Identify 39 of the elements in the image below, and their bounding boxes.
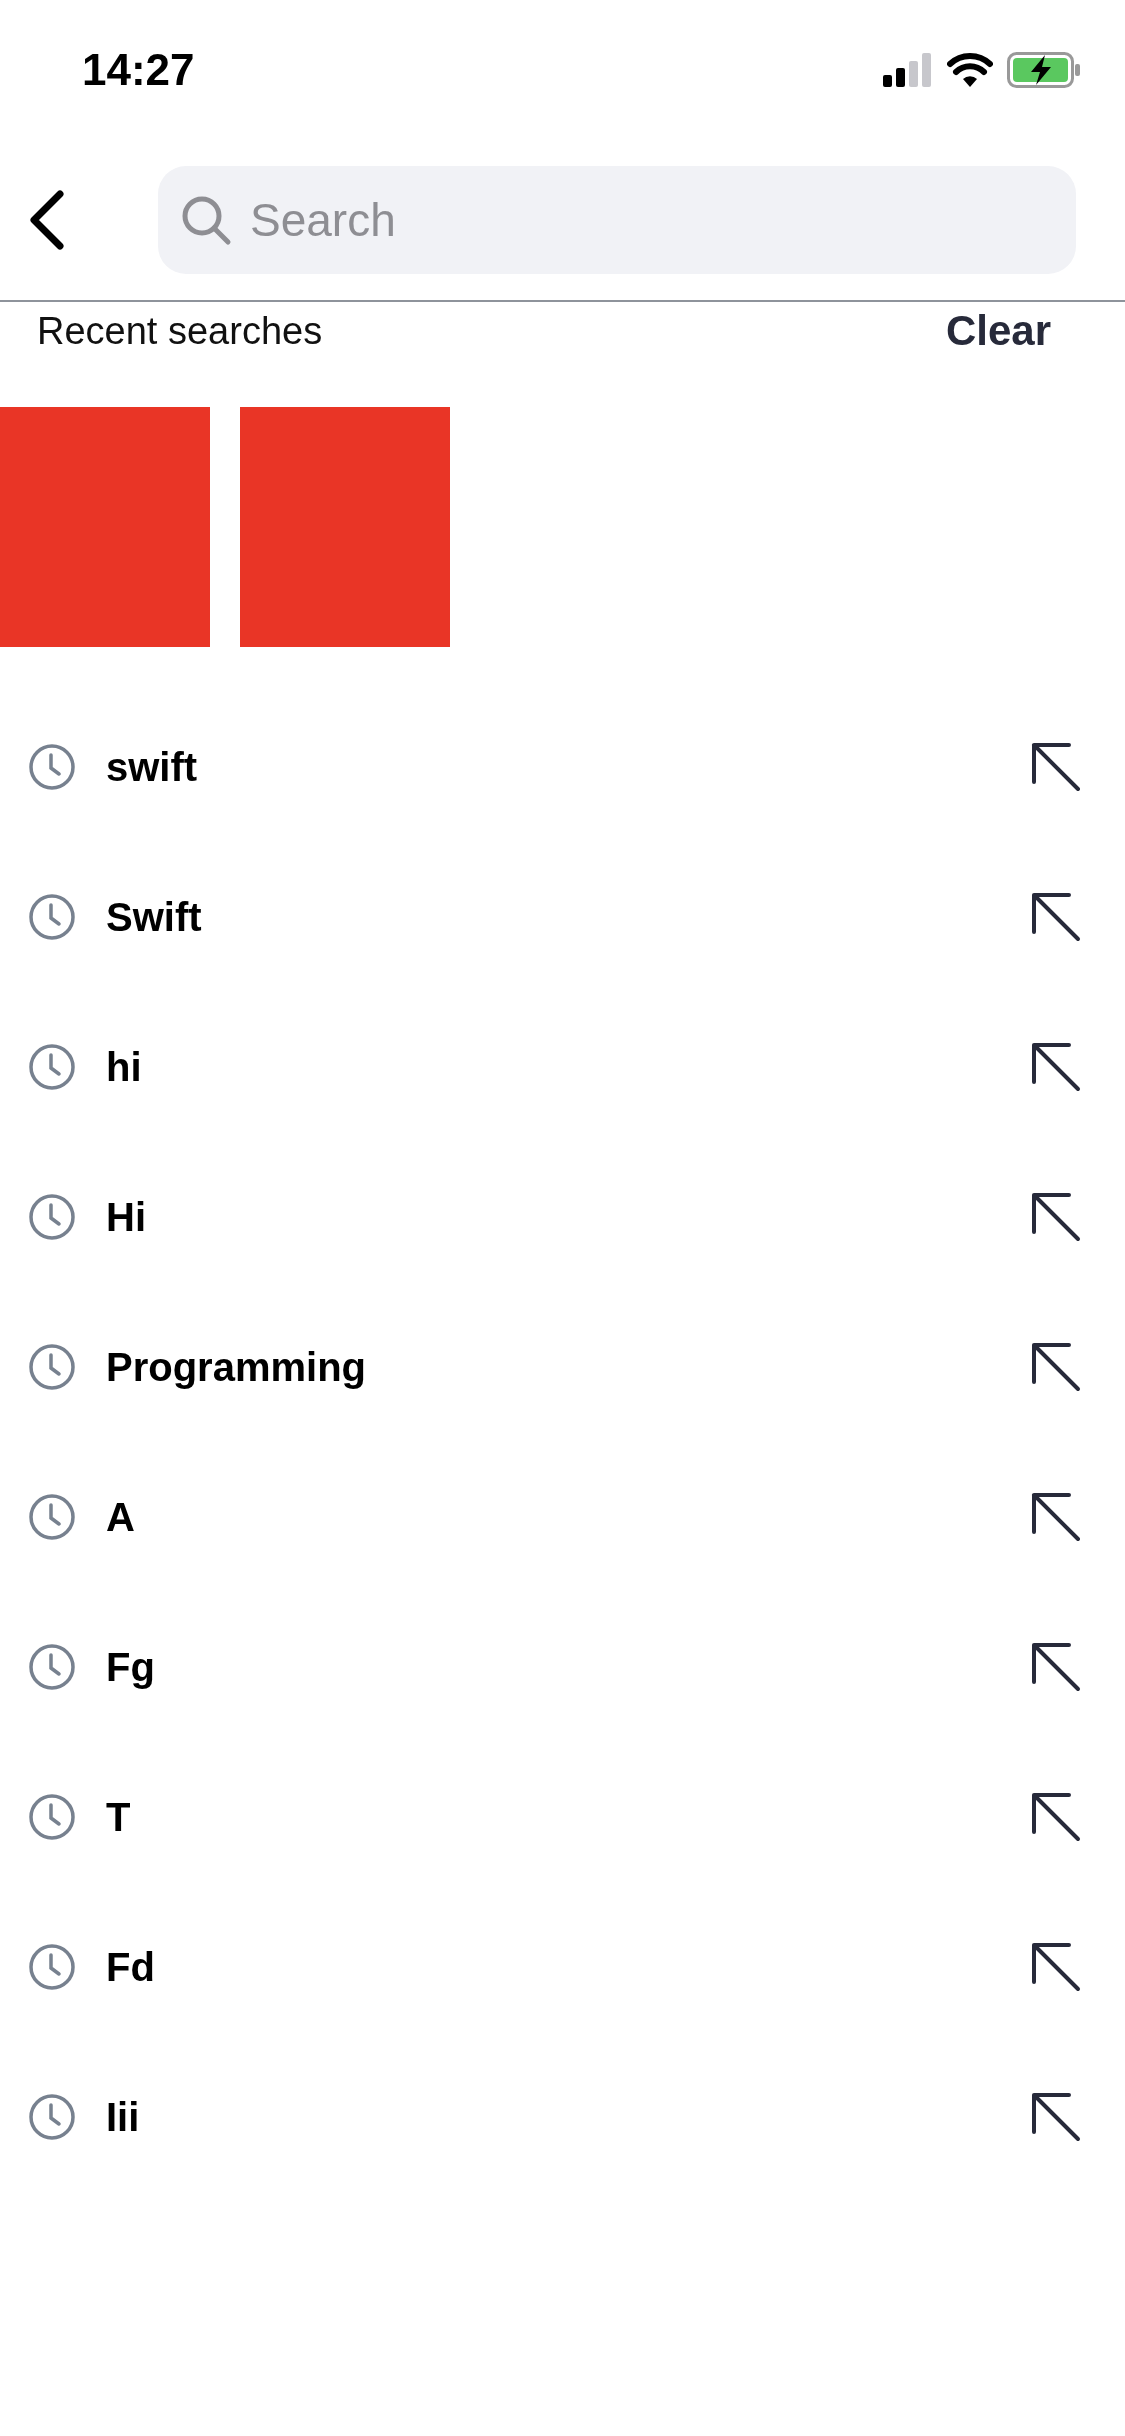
arrow-icon[interactable] [1031, 1042, 1081, 1092]
arrow-icon[interactable] [1031, 1942, 1081, 1992]
clock-icon [28, 1943, 76, 1991]
clock-icon [28, 743, 76, 791]
recent-search-item[interactable]: Fg [0, 1592, 1125, 1742]
recent-search-item[interactable]: T [0, 1742, 1125, 1892]
recent-search-item[interactable]: swift [0, 692, 1125, 842]
wifi-icon [947, 53, 993, 87]
placeholder-tile[interactable] [240, 407, 450, 647]
clock-icon [28, 1493, 76, 1541]
section-title: Recent searches [37, 309, 323, 353]
clock-icon [28, 2093, 76, 2141]
clock-icon [28, 893, 76, 941]
recent-search-item[interactable]: Iii [0, 2042, 1125, 2192]
clock-icon [28, 1043, 76, 1091]
placeholder-tile[interactable] [0, 407, 210, 647]
arrow-icon[interactable] [1031, 1192, 1081, 1242]
clock-icon [28, 1193, 76, 1241]
arrow-icon[interactable] [1031, 1642, 1081, 1692]
clock-icon [28, 1343, 76, 1391]
status-time: 14:27 [82, 45, 195, 95]
recent-search-item[interactable]: Programming [0, 1292, 1125, 1442]
arrow-icon[interactable] [1031, 892, 1081, 942]
signal-icon [883, 53, 933, 87]
clock-icon [28, 1793, 76, 1841]
recent-search-item[interactable]: A [0, 1442, 1125, 1592]
clock-icon [28, 1643, 76, 1691]
arrow-icon[interactable] [1031, 1342, 1081, 1392]
arrow-icon[interactable] [1031, 742, 1081, 792]
recent-search-item[interactable]: Swift [0, 842, 1125, 992]
arrow-icon[interactable] [1031, 1492, 1081, 1542]
arrow-icon[interactable] [1031, 1792, 1081, 1842]
recent-search-item[interactable]: Fd [0, 1892, 1125, 2042]
battery-icon [1007, 52, 1081, 88]
search-field[interactable]: Search [158, 166, 1076, 274]
recent-search-item[interactable]: Hi [0, 1142, 1125, 1292]
clear-button[interactable]: Clear [945, 307, 1051, 355]
recent-search-item[interactable]: hi [0, 992, 1125, 1142]
arrow-icon[interactable] [1031, 2092, 1081, 2142]
